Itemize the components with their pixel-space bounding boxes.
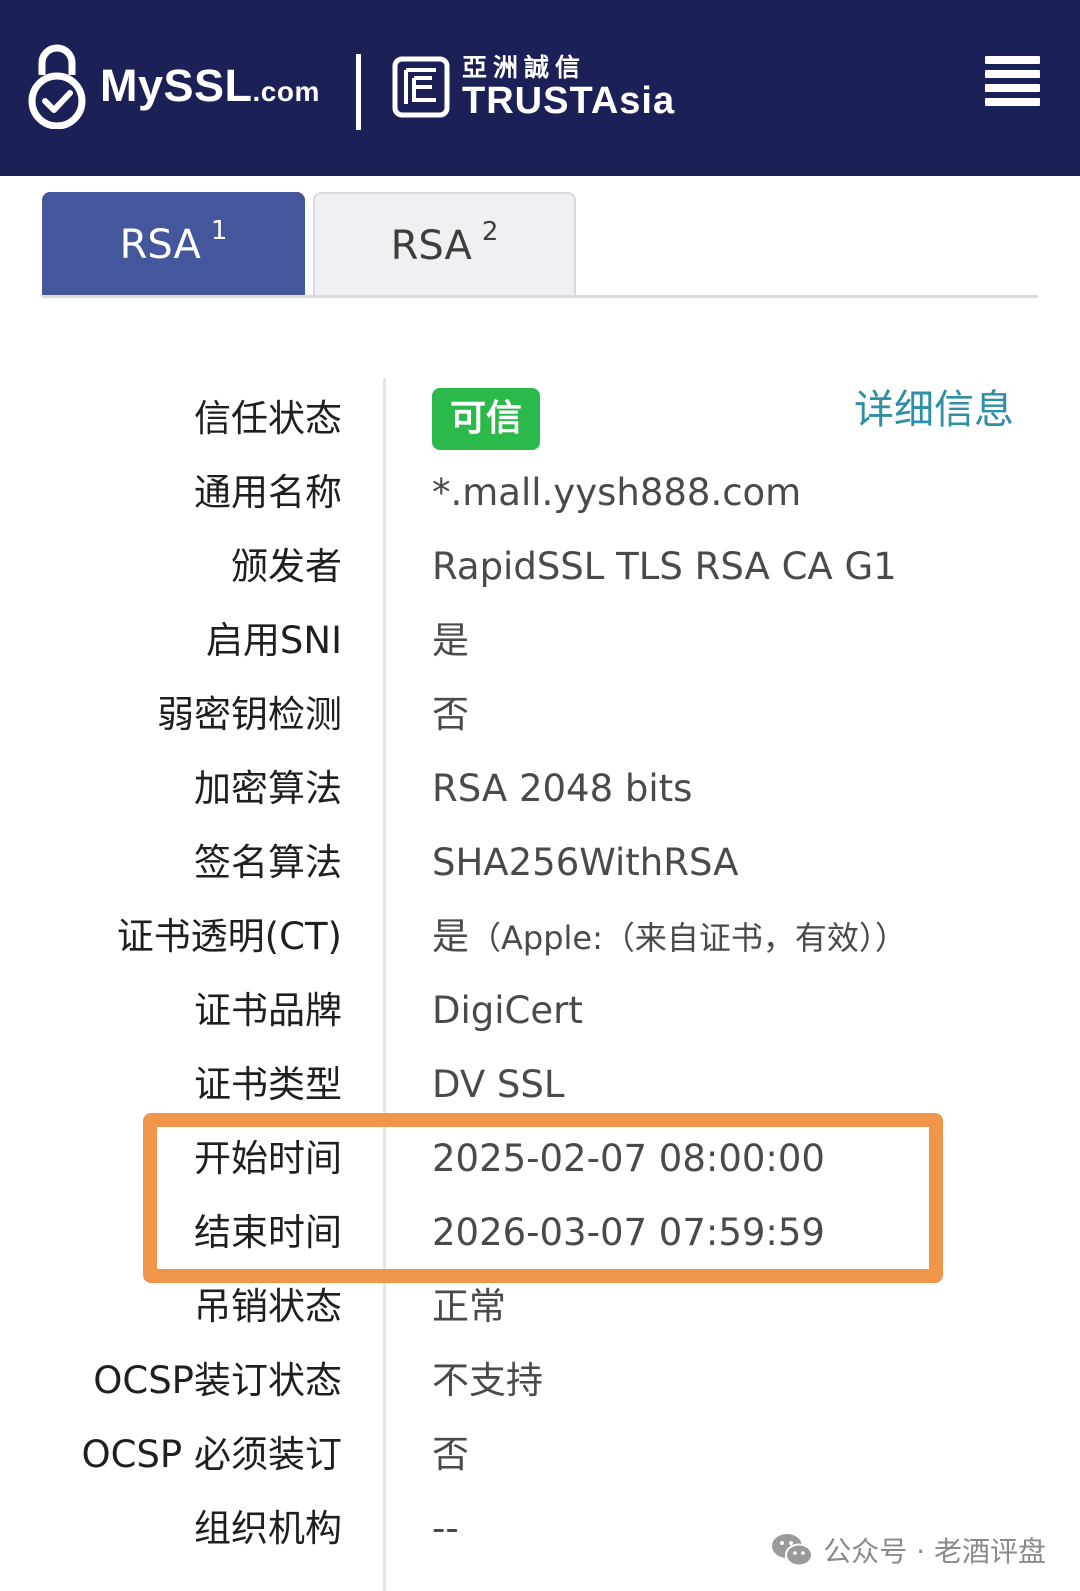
- row-value: RapidSSL TLS RSA CA G1: [432, 545, 897, 588]
- row-brand: 证书品牌 DigiCert: [0, 974, 1080, 1048]
- row-label: 通用名称: [194, 471, 342, 514]
- brand-suffix: .com: [252, 75, 320, 107]
- trustasia-emblem-icon: [392, 56, 450, 118]
- row-value: 否: [432, 693, 469, 736]
- top-header: MySSL.com 亞洲誠信 TRUSTAsia: [0, 0, 1080, 176]
- row-ocsp-stapling: OCSP装订状态 不支持: [0, 1344, 1080, 1418]
- row-ocsp-must-staple: OCSP 必须装订 否: [0, 1418, 1080, 1492]
- trustasia-logo[interactable]: 亞洲誠信 TRUSTAsia: [392, 54, 675, 120]
- trusted-status-badge: 可信: [432, 388, 540, 450]
- highlight-annotation-box: [143, 1113, 943, 1283]
- row-value: --: [432, 1507, 459, 1550]
- brand-name: MySSL.com: [100, 59, 320, 111]
- row-value: 是（Apple:（来自证书，有效））: [432, 900, 907, 974]
- ct-value: 是: [432, 915, 469, 958]
- row-label: 签名算法: [194, 841, 342, 884]
- partner-cn-name: 亞洲誠信: [462, 53, 587, 82]
- row-label: 证书透明(CT): [116, 915, 342, 958]
- cert-tabs: RSA 1 RSA 2: [42, 192, 1038, 298]
- myssl-logo[interactable]: MySSL.com: [26, 40, 320, 130]
- row-label: 证书类型: [194, 1063, 342, 1106]
- row-label: 信任状态: [194, 397, 342, 440]
- row-label: 证书品牌: [194, 989, 342, 1032]
- tab-index: 2: [481, 216, 499, 247]
- row-encryption: 加密算法 RSA 2048 bits: [0, 752, 1080, 826]
- row-value: 是: [432, 619, 469, 662]
- tab-label: RSA: [390, 222, 472, 269]
- row-label: OCSP 必须装订: [81, 1433, 342, 1476]
- wechat-icon: [772, 1534, 814, 1567]
- row-signature: 签名算法 SHA256WithRSA: [0, 826, 1080, 900]
- row-issuer: 颁发者 RapidSSL TLS RSA CA G1: [0, 530, 1080, 604]
- row-value: 否: [432, 1433, 469, 1476]
- row-sni: 启用SNI 是: [0, 604, 1080, 678]
- row-weak-key: 弱密钥检测 否: [0, 678, 1080, 752]
- ct-note: （Apple:（来自证书，有效））: [469, 919, 907, 957]
- row-value: RSA 2048 bits: [432, 767, 693, 810]
- tab-underline: [42, 295, 1038, 298]
- wechat-watermark: 公众号 · 老酒评盘: [771, 1528, 1046, 1572]
- tab-index: 1: [210, 215, 228, 246]
- tab-rsa-2[interactable]: RSA 2: [313, 192, 576, 297]
- row-label: 颁发者: [231, 545, 342, 588]
- partner-en-name: TRUSTAsia: [462, 80, 676, 122]
- tab-label: RSA: [119, 221, 201, 268]
- row-value: DigiCert: [432, 989, 583, 1032]
- details-link[interactable]: 详细信息: [854, 385, 1014, 435]
- row-label: 组织机构: [194, 1507, 342, 1550]
- row-value: 不支持: [432, 1359, 543, 1402]
- row-common-name: 通用名称 *.mall.yysh888.com: [0, 456, 1080, 530]
- tab-rsa-1[interactable]: RSA 1: [42, 192, 305, 297]
- row-ct: 证书透明(CT) 是（Apple:（来自证书，有效））: [0, 900, 1080, 974]
- row-label: 启用SNI: [205, 619, 342, 662]
- menu-icon[interactable]: [985, 56, 1040, 106]
- lock-check-icon: [28, 44, 86, 129]
- row-value: SHA256WithRSA: [432, 841, 739, 884]
- header-divider: [356, 54, 361, 130]
- row-label: 弱密钥检测: [157, 693, 342, 736]
- watermark-text: 公众号 · 老酒评盘: [823, 1535, 1046, 1568]
- row-value: DV SSL: [432, 1063, 565, 1106]
- row-label: 加密算法: [194, 767, 342, 810]
- partner-text: 亞洲誠信 TRUSTAsia: [462, 53, 676, 122]
- row-cert-type: 证书类型 DV SSL: [0, 1048, 1080, 1122]
- row-value: *.mall.yysh888.com: [432, 471, 802, 514]
- row-label: OCSP装订状态: [93, 1359, 342, 1402]
